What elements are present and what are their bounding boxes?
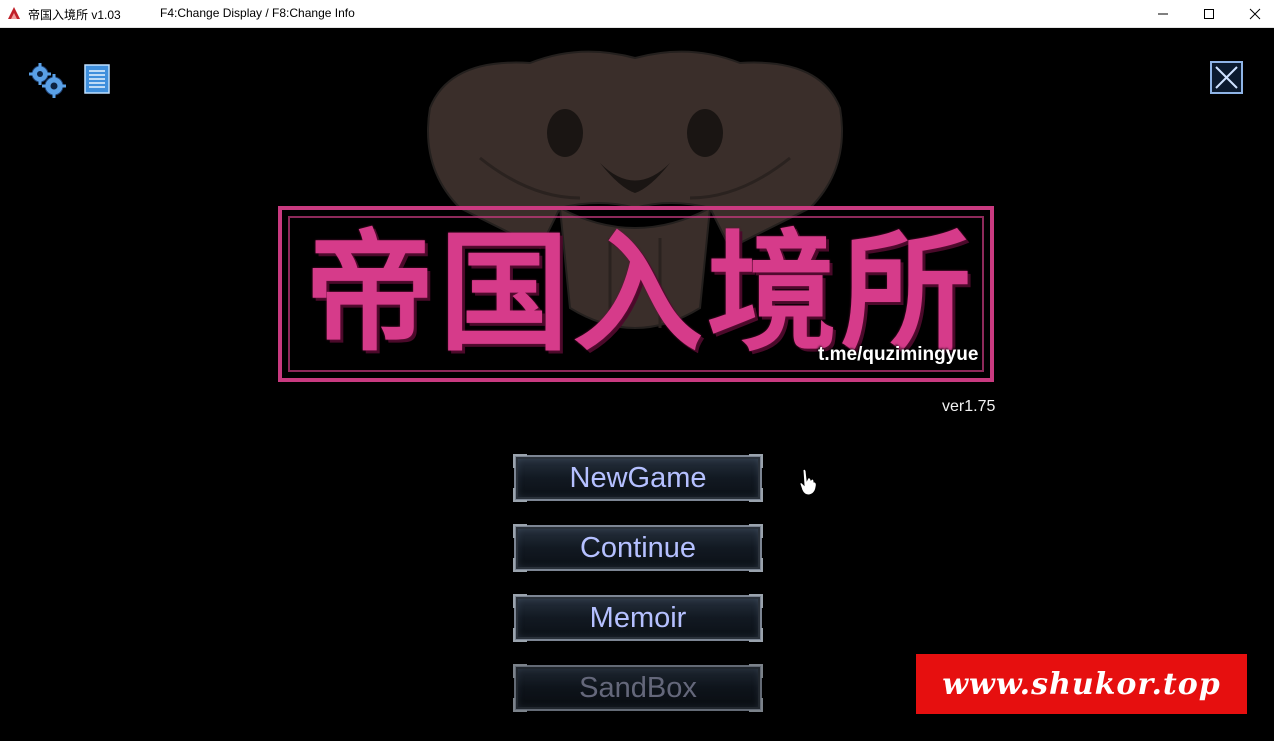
continue-label: Continue xyxy=(579,531,697,564)
game-screen: 帝国入境所 t.me/quzimingyue ver1.75 NewGame C… xyxy=(0,28,1274,741)
corner-ornament xyxy=(749,524,763,538)
continue-button[interactable]: Continue xyxy=(513,524,763,572)
corner-ornament xyxy=(513,454,527,468)
corner-ornament xyxy=(749,488,763,502)
corner-ornament xyxy=(749,454,763,468)
logo-url: t.me/quzimingyue xyxy=(818,344,979,365)
minimize-button[interactable] xyxy=(1140,0,1186,27)
sandbox-button[interactable]: SandBox xyxy=(513,664,763,712)
maximize-icon xyxy=(1204,8,1214,19)
exit-icon[interactable] xyxy=(1210,61,1243,94)
hand-cursor-icon xyxy=(799,468,817,496)
app-icon xyxy=(7,6,21,20)
window-close-button[interactable] xyxy=(1232,0,1274,27)
corner-ornament xyxy=(513,664,527,678)
close-icon xyxy=(1249,8,1261,19)
corner-ornament xyxy=(749,628,763,642)
corner-ornament xyxy=(513,698,527,712)
watermark-text: www.shukor.top xyxy=(942,666,1221,702)
window-title-bar: 帝国入境所 v1.03 F4:Change Display / F8:Chang… xyxy=(0,0,1274,28)
corner-ornament xyxy=(749,698,763,712)
version-label: ver1.75 xyxy=(942,398,996,415)
newgame-label: NewGame xyxy=(569,461,707,494)
document-icon[interactable] xyxy=(84,64,110,94)
maximize-button[interactable] xyxy=(1186,0,1232,27)
sandbox-label: SandBox xyxy=(579,671,697,704)
corner-ornament xyxy=(513,558,527,572)
memoir-button[interactable]: Memoir xyxy=(513,594,763,642)
corner-ornament xyxy=(513,594,527,608)
memoir-label: Memoir xyxy=(589,601,687,634)
corner-ornament xyxy=(513,524,527,538)
corner-ornament xyxy=(749,594,763,608)
gear-icon[interactable] xyxy=(28,62,66,98)
keyboard-hint: F4:Change Display / F8:Change Info xyxy=(160,6,355,20)
window-title: 帝国入境所 v1.03 xyxy=(28,8,121,22)
corner-ornament xyxy=(513,488,527,502)
corner-ornament xyxy=(513,628,527,642)
minimize-icon xyxy=(1158,13,1168,14)
corner-ornament xyxy=(749,558,763,572)
newgame-button[interactable]: NewGame xyxy=(513,454,763,502)
corner-ornament xyxy=(749,664,763,678)
watermark-banner: www.shukor.top xyxy=(916,654,1247,714)
